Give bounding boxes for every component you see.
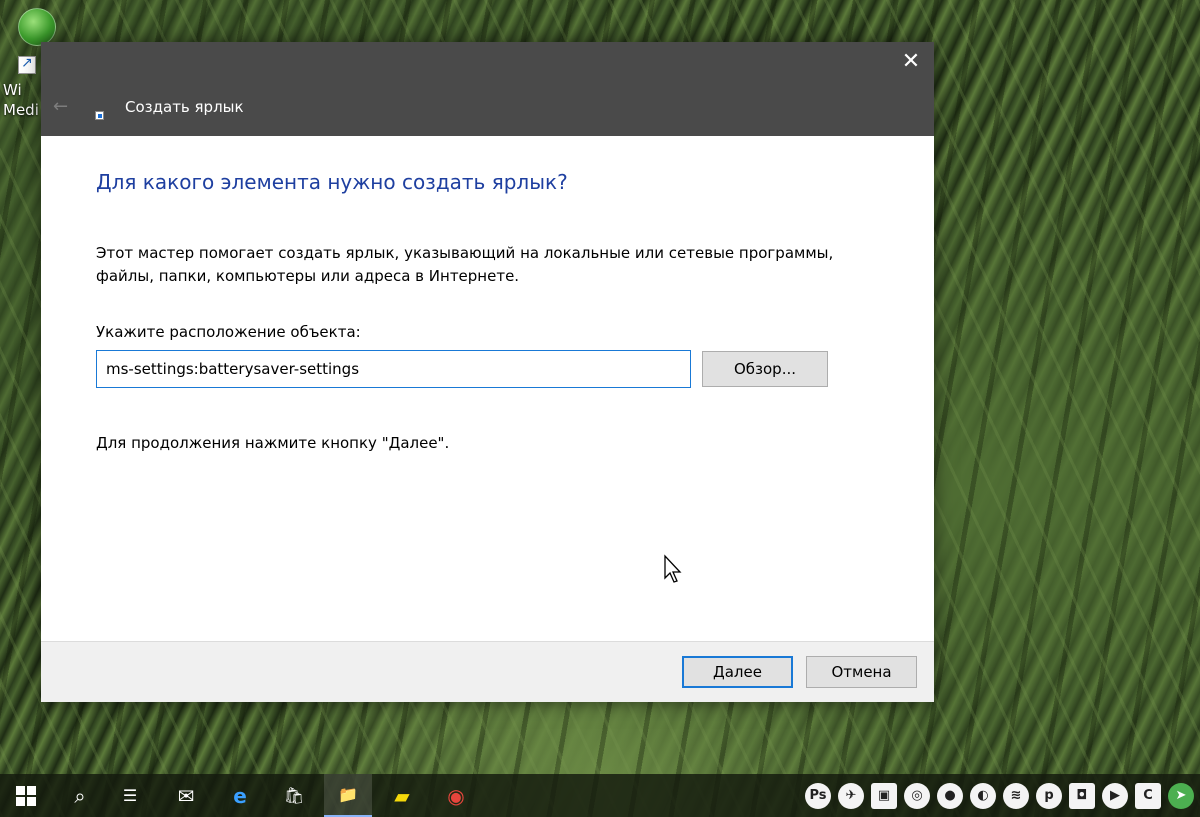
chrome-tray-icon[interactable]: ◎ — [904, 782, 930, 809]
next-button[interactable]: Далее — [682, 656, 793, 688]
folder-icon[interactable]: 📁 — [324, 774, 372, 817]
browse-button[interactable]: Обзор... — [702, 351, 828, 387]
continue-hint: Для продолжения нажмите кнопку "Далее". — [96, 434, 450, 452]
image-icon[interactable]: ▣ — [871, 782, 897, 809]
shortcut-arrow-icon — [18, 55, 36, 74]
back-arrow-icon[interactable]: ← — [53, 96, 68, 117]
firefox-icon[interactable]: ● — [937, 782, 963, 809]
c-icon[interactable]: C — [1135, 782, 1161, 809]
start-button[interactable] — [2, 774, 50, 817]
title-bar: ✕ ← Создать ярлык — [41, 42, 934, 136]
dialog-footer: Далее Отмена — [41, 641, 934, 702]
edge-icon[interactable]: e — [216, 774, 264, 817]
task-view-icon[interactable]: ☰ — [106, 774, 154, 817]
mouse-pointer-icon — [664, 554, 682, 583]
play-icon[interactable]: ▶ — [1102, 782, 1128, 809]
telegram-icon[interactable]: ➤ — [1168, 782, 1194, 809]
search-icon[interactable]: ⌕ — [56, 774, 104, 817]
taskbar: ⌕ ☰ ✉ e 🛍 📁 ▰ ◉ Ps ✈ ▣ ◎ ● ◐ ≋ p ◘ ▶ C ➤ — [0, 774, 1200, 817]
chrome-icon[interactable]: ◉ — [432, 774, 480, 817]
store-icon[interactable]: 🛍 — [270, 774, 318, 817]
sticky-notes-icon[interactable]: ▰ — [378, 774, 426, 817]
mail-icon[interactable]: ✉ — [162, 774, 210, 817]
wizard-description: Этот мастер помогает создать ярлык, указ… — [96, 244, 834, 285]
cancel-button[interactable]: Отмена — [806, 656, 917, 688]
create-shortcut-dialog: ✕ ← Создать ярлык Для какого элемента ну… — [41, 42, 934, 702]
system-tray: Ps ✈ ▣ ◎ ● ◐ ≋ p ◘ ▶ C ➤ — [805, 774, 1194, 817]
photoshop-icon[interactable]: Ps — [805, 782, 831, 809]
location-label: Укажите расположение объекта: — [96, 323, 361, 341]
dialog-title: Создать ярлык — [125, 98, 244, 116]
eye-icon[interactable]: ◐ — [970, 782, 996, 809]
close-button[interactable]: ✕ — [898, 48, 924, 76]
p-icon[interactable]: p — [1036, 782, 1062, 809]
media-player-icon — [18, 8, 56, 46]
record-icon[interactable]: ◘ — [1069, 782, 1095, 809]
page-heading: Для какого элемента нужно создать ярлык? — [96, 170, 568, 194]
windows-logo-icon — [16, 785, 36, 806]
layers-icon[interactable]: ≋ — [1003, 782, 1029, 809]
feather-icon[interactable]: ✈ — [838, 782, 864, 809]
location-input[interactable] — [96, 350, 691, 388]
dialog-content: Для какого элемента нужно создать ярлык?… — [41, 136, 934, 641]
shortcut-icon — [95, 111, 104, 120]
